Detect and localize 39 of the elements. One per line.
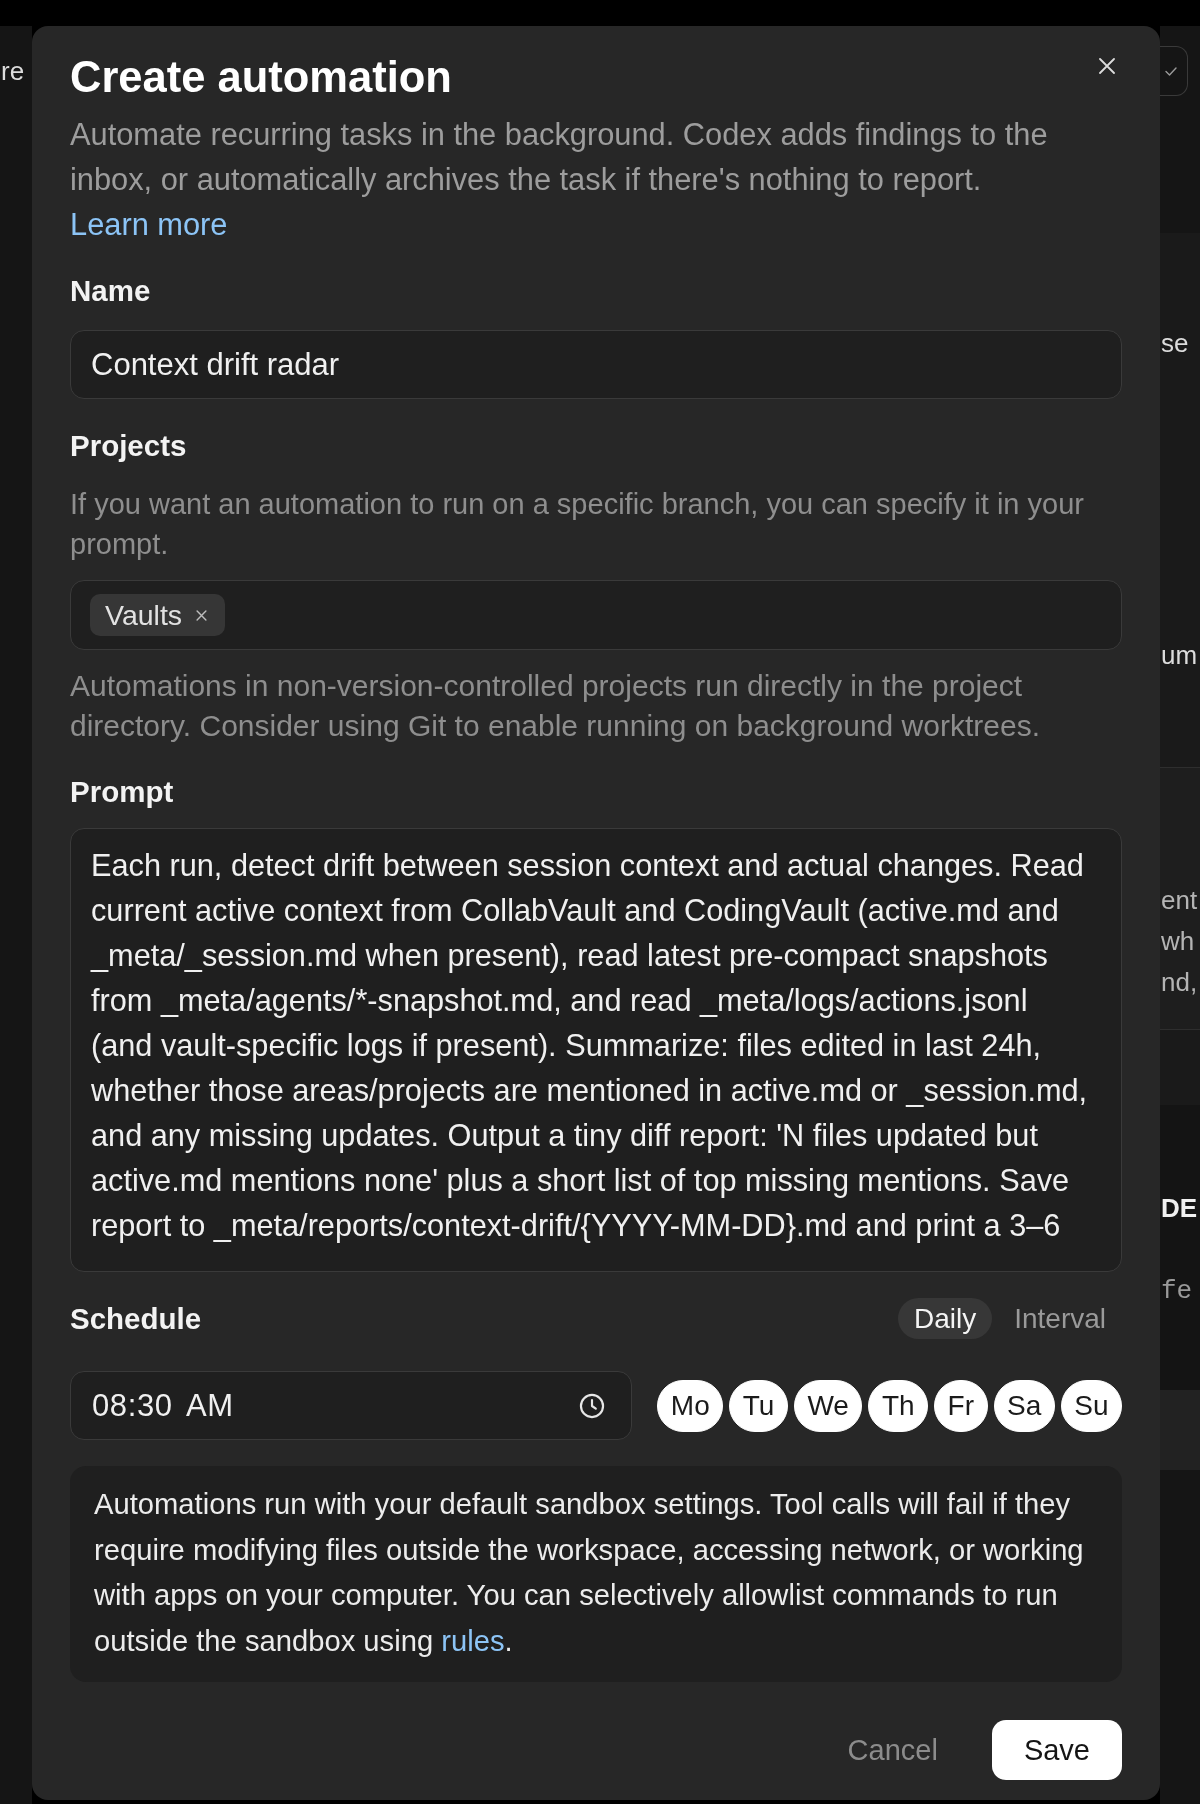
day-toggle[interactable]: Th xyxy=(868,1379,929,1432)
close-icon xyxy=(1099,58,1115,74)
projects-field[interactable]: Vaults xyxy=(70,580,1122,650)
close-icon[interactable] xyxy=(196,609,208,621)
hint-text: If you want an automation to run on a specific branch, you can specify it in your prompt. xyxy=(70,487,1085,562)
background-text: se xyxy=(1160,327,1189,360)
learn-more-link[interactable]: Learn more xyxy=(70,207,228,242)
description-text: Automate recurring tasks in the background. Codex adds findings to the inbox, or automatically archives the task if there's nothing to report. Learn more xyxy=(70,116,1049,244)
day-toggle[interactable]: We xyxy=(793,1379,863,1432)
check-icon xyxy=(1165,66,1177,76)
name-input[interactable]: Context drift radar xyxy=(70,330,1122,399)
day-toggle[interactable]: Tu xyxy=(729,1379,788,1432)
background-text: wh xyxy=(1160,925,1195,958)
field-label: Projects xyxy=(70,428,188,464)
day-toggle[interactable]: Mo xyxy=(657,1379,724,1432)
project-name: Vaults xyxy=(105,598,183,632)
clock-icon xyxy=(579,1392,606,1419)
background-text: fe xyxy=(1160,1275,1193,1308)
day-toggle[interactable]: Fr xyxy=(934,1379,988,1432)
day-toggle[interactable]: Su xyxy=(1060,1379,1122,1432)
field-label: Prompt xyxy=(70,774,175,810)
background-text: ent xyxy=(1160,884,1198,917)
background-text: nd, xyxy=(1160,966,1198,999)
time-field[interactable]: 08:30 AM xyxy=(70,1371,633,1440)
save-button[interactable]: Save xyxy=(991,1720,1122,1780)
field-label: Name xyxy=(70,273,152,309)
day-toggle[interactable]: Sa xyxy=(993,1379,1055,1432)
note-text: Automations in non-version-controlled projects run directly in the project directory. Consider using Git to enable running on background worktrees. xyxy=(70,668,1041,744)
notice-text: Automations run with your default sandbox settings. Tool calls will fail if they require modifying files outside the workspace, accessing network, or working with apps on your computer. You can selectively allowlist commands to run outside the sandbox using rules. xyxy=(94,1487,1085,1659)
background-text: DE xyxy=(1160,1192,1198,1225)
background-text: um xyxy=(1160,639,1198,672)
cancel-button[interactable]: Cancel xyxy=(831,1720,954,1780)
background-text: re xyxy=(0,55,25,88)
schedule-tab[interactable]: Daily xyxy=(897,1298,993,1339)
field-label: Schedule xyxy=(70,1300,202,1337)
prompt-field[interactable]: Each run, detect drift between session context and actual changes. Read current active context from CollabVault and CodingVault (active.md and _meta/_session.md when present), read latest pre-compact snapshots from _meta/agents/*-snapshot.md, and read _meta/logs/actions.jsonl (and vault-specific logs if present). Summarize: files edited in last 24h, whether those areas/projects are mentioned in active.md or _session.md, and any missing updates. Output a tiny diff report: 'N files updated but active.md mentions none' plus a short list of top missing mentions. Save report to _meta/reports/context-drift/{YYYY-MM-DD}.md and print a 3–6 xyxy=(70,828,1122,1272)
rules-link[interactable]: rules xyxy=(441,1624,505,1657)
schedule-tab[interactable]: Interval xyxy=(998,1298,1122,1339)
dialog-title: Create automation xyxy=(70,53,452,101)
